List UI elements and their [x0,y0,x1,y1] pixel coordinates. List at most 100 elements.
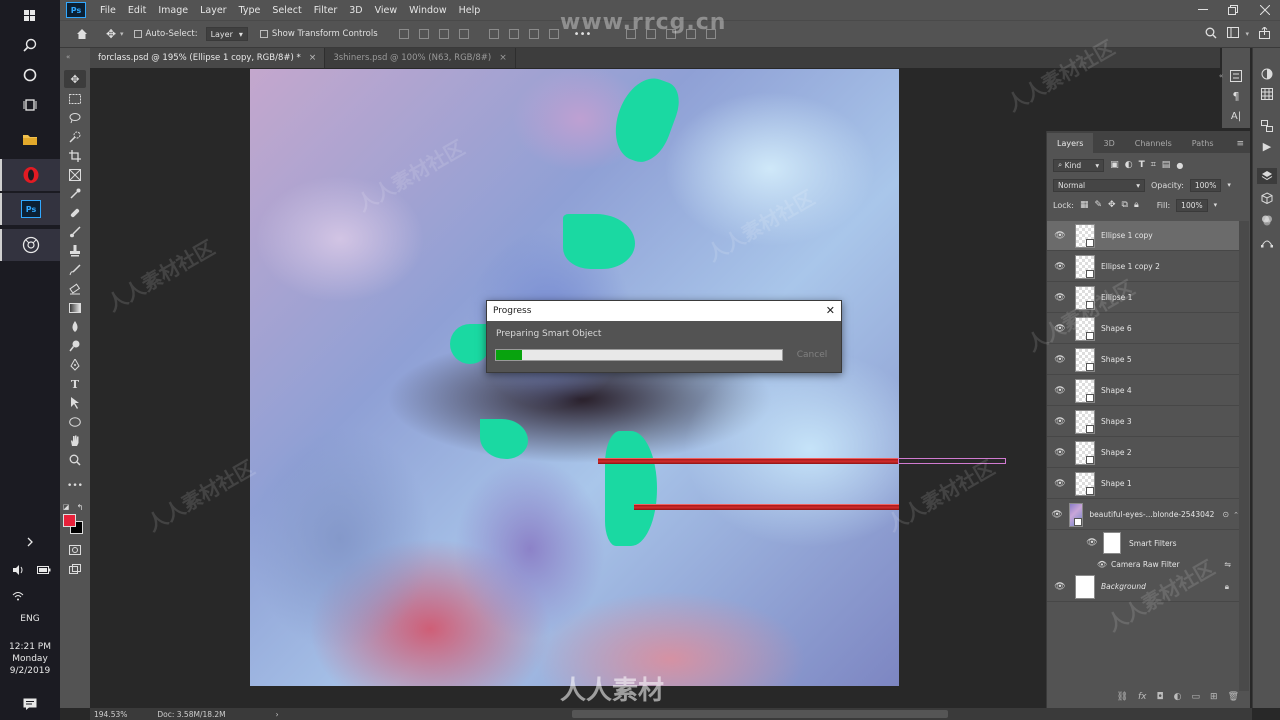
adjustment-layer-icon[interactable]: ◐ [1174,692,1182,702]
ellipse-shape[interactable] [480,419,528,459]
menu-filter[interactable]: Filter [308,5,344,16]
tab-3shiners[interactable]: 3shiners.psd @ 100% (N63, RGB/8#) × [325,48,516,68]
pen-tool-icon[interactable] [64,356,86,374]
layer-row[interactable]: 👁︎ Shape 2 [1047,438,1239,468]
align-center-icon[interactable] [418,29,429,39]
horizontal-scrollbar[interactable] [572,710,948,718]
quick-selection-tool-icon[interactable] [64,128,86,146]
clone-stamp-tool-icon[interactable] [64,242,86,260]
chevron-down-icon[interactable]: ▾ [1227,181,1231,189]
3d-icon[interactable] [1257,190,1277,206]
tab-paths[interactable]: Paths [1182,133,1224,153]
move-tool-icon[interactable]: ✥ [102,26,120,42]
tab-layers[interactable]: Layers [1047,133,1094,153]
menu-image[interactable]: Image [152,5,194,16]
chevron-down-icon[interactable]: ▾ [1245,30,1249,38]
blend-mode-dropdown[interactable]: Normal ▾ [1053,178,1145,192]
distribute-left-icon[interactable] [548,29,559,39]
auto-select-checkbox[interactable] [133,30,142,38]
collapse-icon[interactable]: « [66,53,70,61]
channels-icon[interactable] [1257,212,1277,228]
layer-row-background[interactable]: 👁︎ Background 🔒︎ [1047,572,1239,602]
ellipse-shape[interactable] [605,431,657,546]
adjustment-filter-icon[interactable]: ◐ [1125,160,1133,170]
swap-colors-icon[interactable]: ↰ [76,498,84,516]
screen-mode-icon[interactable] [64,560,86,578]
align-right-icon[interactable] [438,29,449,39]
layer-row[interactable]: 👁︎ Shape 6 [1047,314,1239,344]
home-icon[interactable] [74,26,90,42]
chevron-right-icon[interactable]: › [276,710,279,719]
filter-options-icon[interactable]: ⇋ [1224,560,1231,569]
lock-artboard-icon[interactable]: ⧉ [1122,200,1128,210]
pixel-filter-icon[interactable]: ▣ [1110,160,1119,170]
menu-layer[interactable]: Layer [194,5,233,16]
type-tool-icon[interactable]: T [64,375,86,393]
layer-row[interactable]: 👁︎ Shape 5 [1047,345,1239,375]
menu-3d[interactable]: 3D [343,5,368,16]
paragraph-icon[interactable]: ¶ [1226,88,1246,104]
layer-row[interactable]: 👁︎ Shape 4 [1047,376,1239,406]
more-tools-icon[interactable]: ••• [64,477,86,495]
gradient-tool-icon[interactable] [64,299,86,317]
visibility-eye-icon[interactable]: 👁︎ [1051,510,1063,520]
visibility-eye-icon[interactable]: 👁︎ [1051,582,1069,592]
document-canvas[interactable] [250,69,899,686]
line-shape[interactable] [634,504,899,510]
paths-icon[interactable] [1257,234,1277,250]
layer-row[interactable]: 👁︎ Shape 1 [1047,469,1239,499]
ellipse-shape[interactable] [450,324,490,364]
new-layer-icon[interactable]: ⊞ [1210,692,1218,702]
chevron-down-icon[interactable]: ▾ [1214,201,1218,209]
layer-row[interactable]: 👁︎ Ellipse 1 copy 2 [1047,252,1239,282]
visibility-eye-icon[interactable]: 👁︎ [1051,293,1069,303]
eyedropper-tool-icon[interactable] [64,185,86,203]
visibility-eye-icon[interactable]: 👁︎ [1051,355,1069,365]
crop-tool-icon[interactable] [64,147,86,165]
tab-3d[interactable]: 3D [1093,133,1124,153]
transform-controls-checkbox[interactable] [259,30,268,38]
menu-window[interactable]: Window [403,5,452,16]
share-icon[interactable] [1259,25,1270,42]
smart-filter-indicator-icon[interactable]: ⊙ [1222,510,1229,519]
layer-row[interactable]: 👁︎ Shape 3 [1047,407,1239,437]
workspace-icon[interactable] [1227,27,1240,41]
close-icon[interactable]: × [499,53,507,63]
close-icon[interactable]: × [309,53,317,63]
visibility-eye-icon[interactable]: 👁︎ [1051,417,1069,427]
group-folder-icon[interactable]: ▭ [1192,692,1201,702]
task-view-icon[interactable] [0,89,60,121]
photoshop-icon[interactable]: Ps [0,193,60,225]
history-brush-tool-icon[interactable] [64,261,86,279]
menu-type[interactable]: Type [233,5,267,16]
cancel-button[interactable]: Cancel [789,350,835,360]
swatches-icon[interactable] [1257,86,1277,102]
lock-transparent-icon[interactable]: ▦ [1080,200,1089,210]
hand-tool-icon[interactable] [64,432,86,450]
visibility-eye-icon[interactable]: 👁︎ [1051,479,1069,489]
camera-icon[interactable] [0,229,60,261]
align-left-icon[interactable] [398,29,409,39]
tab-forclass[interactable]: forclass.psd @ 195% (Ellipse 1 copy, RGB… [90,48,326,68]
link-layers-icon[interactable]: ⛓ [1117,692,1128,702]
ellipse-shape[interactable] [605,70,686,169]
align-top-icon[interactable] [458,29,469,39]
close-icon[interactable] [1252,0,1278,20]
search-icon[interactable] [1205,27,1217,42]
opera-icon[interactable] [0,159,60,191]
clock[interactable]: 12:21 PM Monday 9/2/2019 [0,641,60,677]
layer-row[interactable]: 👁︎ Ellipse 1 [1047,283,1239,313]
close-icon[interactable]: ✕ [826,304,835,317]
search-icon[interactable] [0,29,60,61]
opacity-input[interactable]: 100% [1189,178,1222,192]
layers-icon[interactable] [1257,168,1277,184]
visibility-eye-icon[interactable]: 👁︎ [1093,560,1111,569]
notification-icon[interactable] [0,688,60,720]
blur-tool-icon[interactable] [64,318,86,336]
lock-position-icon[interactable]: ✥ [1108,200,1116,210]
move-tool-icon[interactable]: ✥ [64,70,86,88]
kind-filter-dropdown[interactable]: ⌕ Kind ▾ [1053,158,1105,172]
panel-menu-icon[interactable]: ≡ [1230,139,1250,153]
layer-row[interactable]: 👁︎ Ellipse 1 copy [1047,221,1239,251]
lock-pixels-icon[interactable]: ✎ [1094,200,1102,210]
